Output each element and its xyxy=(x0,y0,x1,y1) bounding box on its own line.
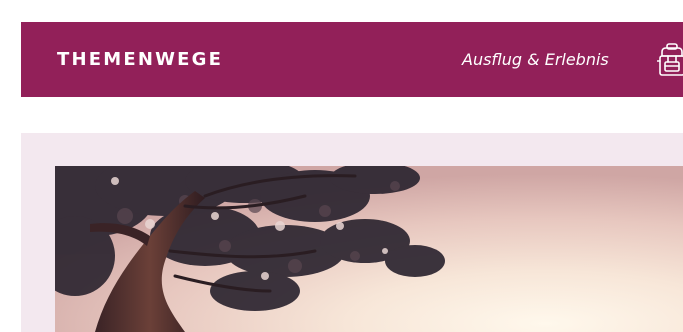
backpack-icon xyxy=(656,42,683,78)
header-bar: THEMENWEGE Ausflug & Erlebnis xyxy=(21,22,683,97)
page-title: THEMENWEGE xyxy=(57,49,224,70)
page: THEMENWEGE Ausflug & Erlebnis xyxy=(0,0,683,332)
category-label: Ausflug & Erlebnis xyxy=(462,50,609,69)
hero-image xyxy=(55,166,683,332)
